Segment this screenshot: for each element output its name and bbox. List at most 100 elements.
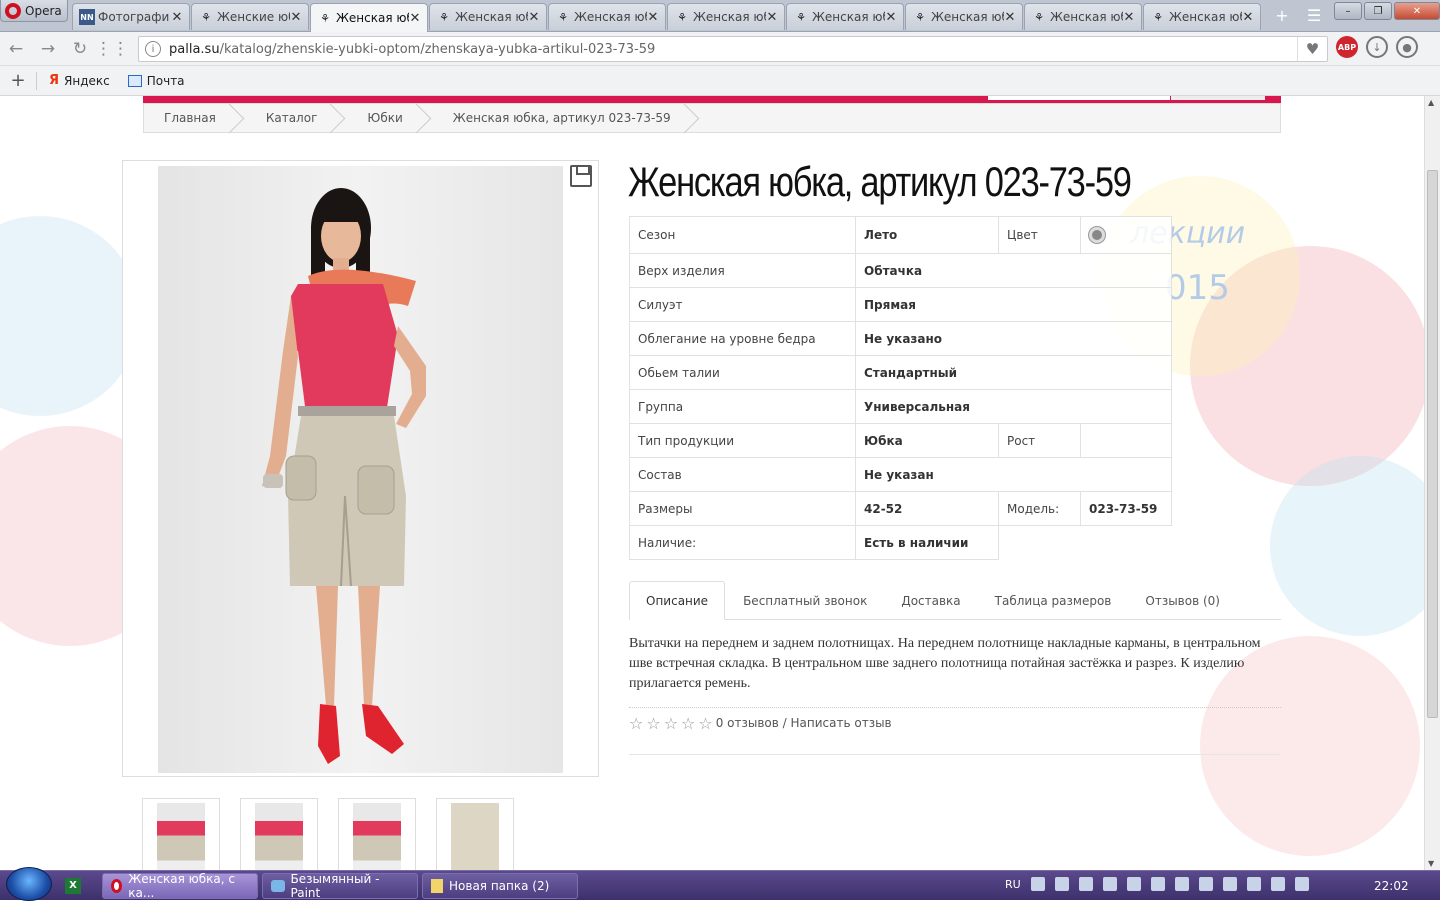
product-tab[interactable]: Описание <box>629 581 726 620</box>
tab-close-icon[interactable]: ✕ <box>1004 10 1016 25</box>
browser-tab[interactable]: ⚘ Женская юб ✕ <box>786 3 904 30</box>
tray-icon[interactable] <box>1174 877 1189 891</box>
bookmark-yandex[interactable]: Я Яндекс <box>49 73 110 88</box>
bookmark-mail[interactable]: Почта <box>127 73 185 88</box>
color-swatch[interactable] <box>1089 227 1105 243</box>
product-tab[interactable]: Отзывов (0) <box>1129 581 1236 620</box>
download-icon[interactable]: ↓ <box>1366 36 1388 58</box>
tab-close-icon[interactable]: ✕ <box>1123 10 1135 25</box>
tab-close-icon[interactable]: ✕ <box>647 10 659 25</box>
breadcrumb-catalog[interactable]: Каталог <box>246 104 348 132</box>
browser-tab[interactable]: ⚘ Женская юб ✕ <box>1024 3 1142 30</box>
product-thumbnail[interactable] <box>436 798 514 870</box>
product-thumbnail[interactable] <box>142 798 220 870</box>
tab-close-icon[interactable]: ✕ <box>1242 10 1254 25</box>
property-value: Не указан <box>855 457 1172 492</box>
bookmarks-bar: + Я Яндекс Почта <box>0 66 1440 96</box>
property-label: Группа <box>629 389 856 424</box>
tray-icon[interactable] <box>1270 877 1285 891</box>
tab-close-icon[interactable]: ✕ <box>766 10 778 25</box>
breadcrumb-current[interactable]: Женская юбка, артикул 023-73-59 <box>433 104 701 132</box>
tab-menu-icon[interactable]: ☰ <box>1298 2 1330 28</box>
opera-menu-button[interactable]: Opera <box>0 0 68 22</box>
clock[interactable]: 22:02 <box>1374 879 1409 893</box>
tab-close-icon[interactable]: ✕ <box>171 10 183 25</box>
tab-close-icon[interactable]: ✕ <box>290 10 302 25</box>
speed-dial-icon[interactable]: ⋮⋮ <box>95 34 129 64</box>
volume-icon[interactable] <box>1222 877 1237 891</box>
browser-tab[interactable]: ⚘ Женская юб ✕ <box>1143 3 1261 30</box>
taskbar-app-folder[interactable]: Новая папка (2) <box>422 872 578 899</box>
tab-close-icon[interactable]: ✕ <box>409 11 421 26</box>
tray-icon[interactable] <box>1102 877 1117 891</box>
url-field[interactable]: i palla.su/katalog/zhenskie-yubki-optom/… <box>138 36 1328 62</box>
tray-icon[interactable] <box>1054 877 1069 891</box>
save-image-icon[interactable] <box>570 165 592 187</box>
taskbar-app-paint[interactable]: Безымянный - Paint <box>262 872 418 900</box>
opera-icon <box>111 878 123 893</box>
background-decor-text: 015 <box>1165 268 1230 308</box>
tray-icon[interactable] <box>1294 877 1309 891</box>
excel-quicklaunch[interactable]: X <box>60 875 86 897</box>
browser-tab[interactable]: ⚘ Женская юб ✕ <box>429 3 547 30</box>
system-tray: RU <box>1005 877 1309 891</box>
property-row: Облегание на уровне бедра Не указано <box>629 321 1172 356</box>
product-tab[interactable]: Бесплатный звонок <box>727 581 883 620</box>
tray-icon[interactable] <box>1198 877 1213 891</box>
back-button[interactable]: ← <box>0 34 32 64</box>
taskbar-app-opera[interactable]: Женская юбка, с ка... <box>102 872 258 900</box>
palla-site-icon: ⚘ <box>1153 10 1163 24</box>
bookmark-heart-icon[interactable]: ♥ <box>1297 37 1327 61</box>
tray-icon[interactable] <box>1078 877 1093 891</box>
reload-button[interactable]: ↻ <box>64 34 96 64</box>
add-bookmark-button[interactable]: + <box>0 70 36 91</box>
breadcrumb-skirts[interactable]: Юбки <box>347 104 432 132</box>
breadcrumb-home[interactable]: Главная <box>144 104 246 132</box>
product-tab[interactable]: Доставка <box>885 581 976 620</box>
bookmark-label: Почта <box>146 73 185 88</box>
product-thumbnail[interactable] <box>338 798 416 870</box>
product-thumbnail[interactable] <box>240 798 318 870</box>
excel-icon: X <box>65 877 81 894</box>
adblock-plus-icon[interactable]: ABP <box>1336 36 1358 58</box>
browser-tab[interactable]: ⚘ Женская юб ✕ <box>310 3 428 32</box>
tray-icon[interactable] <box>1246 877 1261 891</box>
language-indicator[interactable]: RU <box>1005 878 1021 891</box>
scrollbar-thumb[interactable] <box>1427 170 1438 718</box>
tray-icon[interactable] <box>1126 877 1141 891</box>
browser-tab[interactable]: NN Фотографи ✕ <box>72 3 190 30</box>
site-search-button[interactable] <box>1171 96 1265 100</box>
window-controls: – ❐ ✕ <box>1334 2 1440 20</box>
browser-tab[interactable]: ⚘ Женская юб ✕ <box>548 3 666 30</box>
browser-tab[interactable]: ⚘ Женская юб ✕ <box>905 3 1023 30</box>
close-window-button[interactable]: ✕ <box>1394 2 1440 20</box>
breadcrumb-label: Женская юбка, артикул 023-73-59 <box>452 111 671 125</box>
signal-icon[interactable] <box>1150 877 1165 891</box>
thumbnail-image <box>353 803 401 870</box>
site-search-input[interactable] <box>988 96 1170 100</box>
scroll-down-icon[interactable]: ▼ <box>1428 859 1434 868</box>
browser-tab[interactable]: ⚘ Женская юб ✕ <box>667 3 785 30</box>
product-photo[interactable] <box>158 166 563 773</box>
reviews-link[interactable]: 0 отзывов / Написать отзыв <box>716 716 892 730</box>
scroll-up-icon[interactable]: ▲ <box>1428 98 1434 107</box>
restore-button[interactable]: ❐ <box>1364 2 1392 20</box>
palla-site-icon: ⚘ <box>677 10 687 24</box>
model-figure-illustration <box>262 188 426 764</box>
property-row: Обьем талии Стандартный <box>629 355 1172 390</box>
site-info-icon[interactable]: i <box>145 41 161 57</box>
property-value: 023-73-59 <box>1080 491 1172 526</box>
product-tab[interactable]: Таблица размеров <box>979 581 1128 620</box>
forward-button[interactable]: → <box>32 34 64 64</box>
start-button[interactable] <box>6 866 52 901</box>
tab-close-icon[interactable]: ✕ <box>528 10 540 25</box>
minimize-button[interactable]: – <box>1334 2 1362 20</box>
tab-close-icon[interactable]: ✕ <box>885 10 897 25</box>
tab-label: Женские юб <box>217 10 290 24</box>
new-tab-button[interactable]: + <box>1266 2 1298 28</box>
property-row: Наличие: Есть в наличии <box>629 525 1172 560</box>
browser-tab[interactable]: ⚘ Женские юб ✕ <box>191 3 309 30</box>
account-icon[interactable]: ● <box>1396 36 1418 58</box>
page-scrollbar[interactable]: ▲ ▼ <box>1424 96 1440 870</box>
tray-icon[interactable] <box>1030 877 1045 891</box>
